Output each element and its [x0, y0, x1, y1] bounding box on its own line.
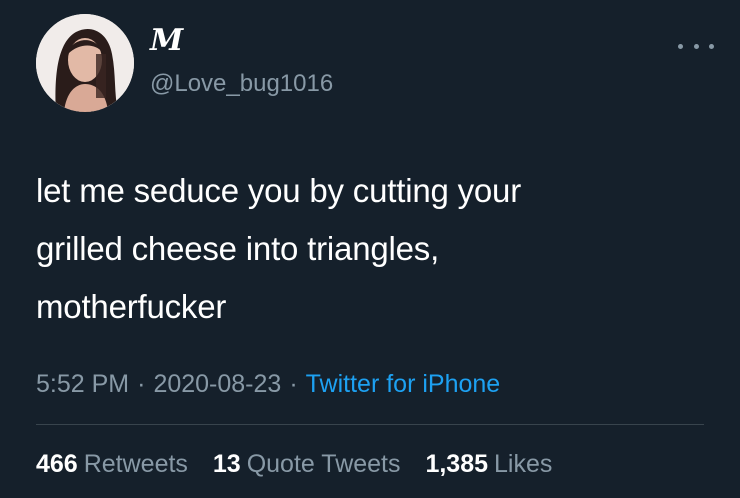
- more-options-icon[interactable]: [678, 36, 714, 56]
- tweet-source-link[interactable]: Twitter for iPhone: [306, 370, 501, 398]
- dot: [709, 43, 714, 49]
- quote-tweets-label: Quote Tweets: [246, 450, 401, 478]
- retweets-count: 466: [36, 450, 78, 478]
- tweet-text: let me seduce you by cutting your grille…: [36, 162, 696, 336]
- tweet-stats: 466 Retweets 13 Quote Tweets 1,385 Likes: [36, 448, 570, 480]
- tweet-date[interactable]: 2020-08-23: [153, 370, 281, 398]
- meta-separator: ·: [289, 370, 298, 398]
- quote-tweets-stat[interactable]: 13 Quote Tweets: [213, 450, 401, 478]
- display-name[interactable]: M: [150, 24, 183, 58]
- meta-separator: ·: [137, 370, 146, 398]
- user-handle[interactable]: @Love_bug1016: [150, 70, 333, 98]
- quote-tweets-count: 13: [212, 450, 241, 478]
- dot: [693, 43, 699, 49]
- retweets-label: Retweets: [83, 450, 188, 478]
- divider: [36, 424, 704, 425]
- likes-label: Likes: [494, 450, 553, 478]
- tweet-line: motherfucker: [36, 288, 227, 325]
- tweet-line: grilled cheese into triangles,: [36, 230, 440, 267]
- profile-photo-icon: [36, 14, 134, 112]
- dot: [678, 43, 683, 49]
- tweet-card: M @Love_bug1016 let me seduce you by cut…: [0, 0, 740, 498]
- tweet-meta: 5:52 PM · 2020-08-23 · Twitter for iPhone: [36, 368, 500, 400]
- tweet-time[interactable]: 5:52 PM: [36, 370, 129, 398]
- tweet-line: let me seduce you by cutting your: [36, 172, 522, 209]
- avatar[interactable]: [36, 14, 134, 112]
- likes-stat[interactable]: 1,385 Likes: [425, 450, 552, 478]
- likes-count: 1,385: [425, 450, 489, 478]
- retweets-stat[interactable]: 466 Retweets: [36, 450, 188, 478]
